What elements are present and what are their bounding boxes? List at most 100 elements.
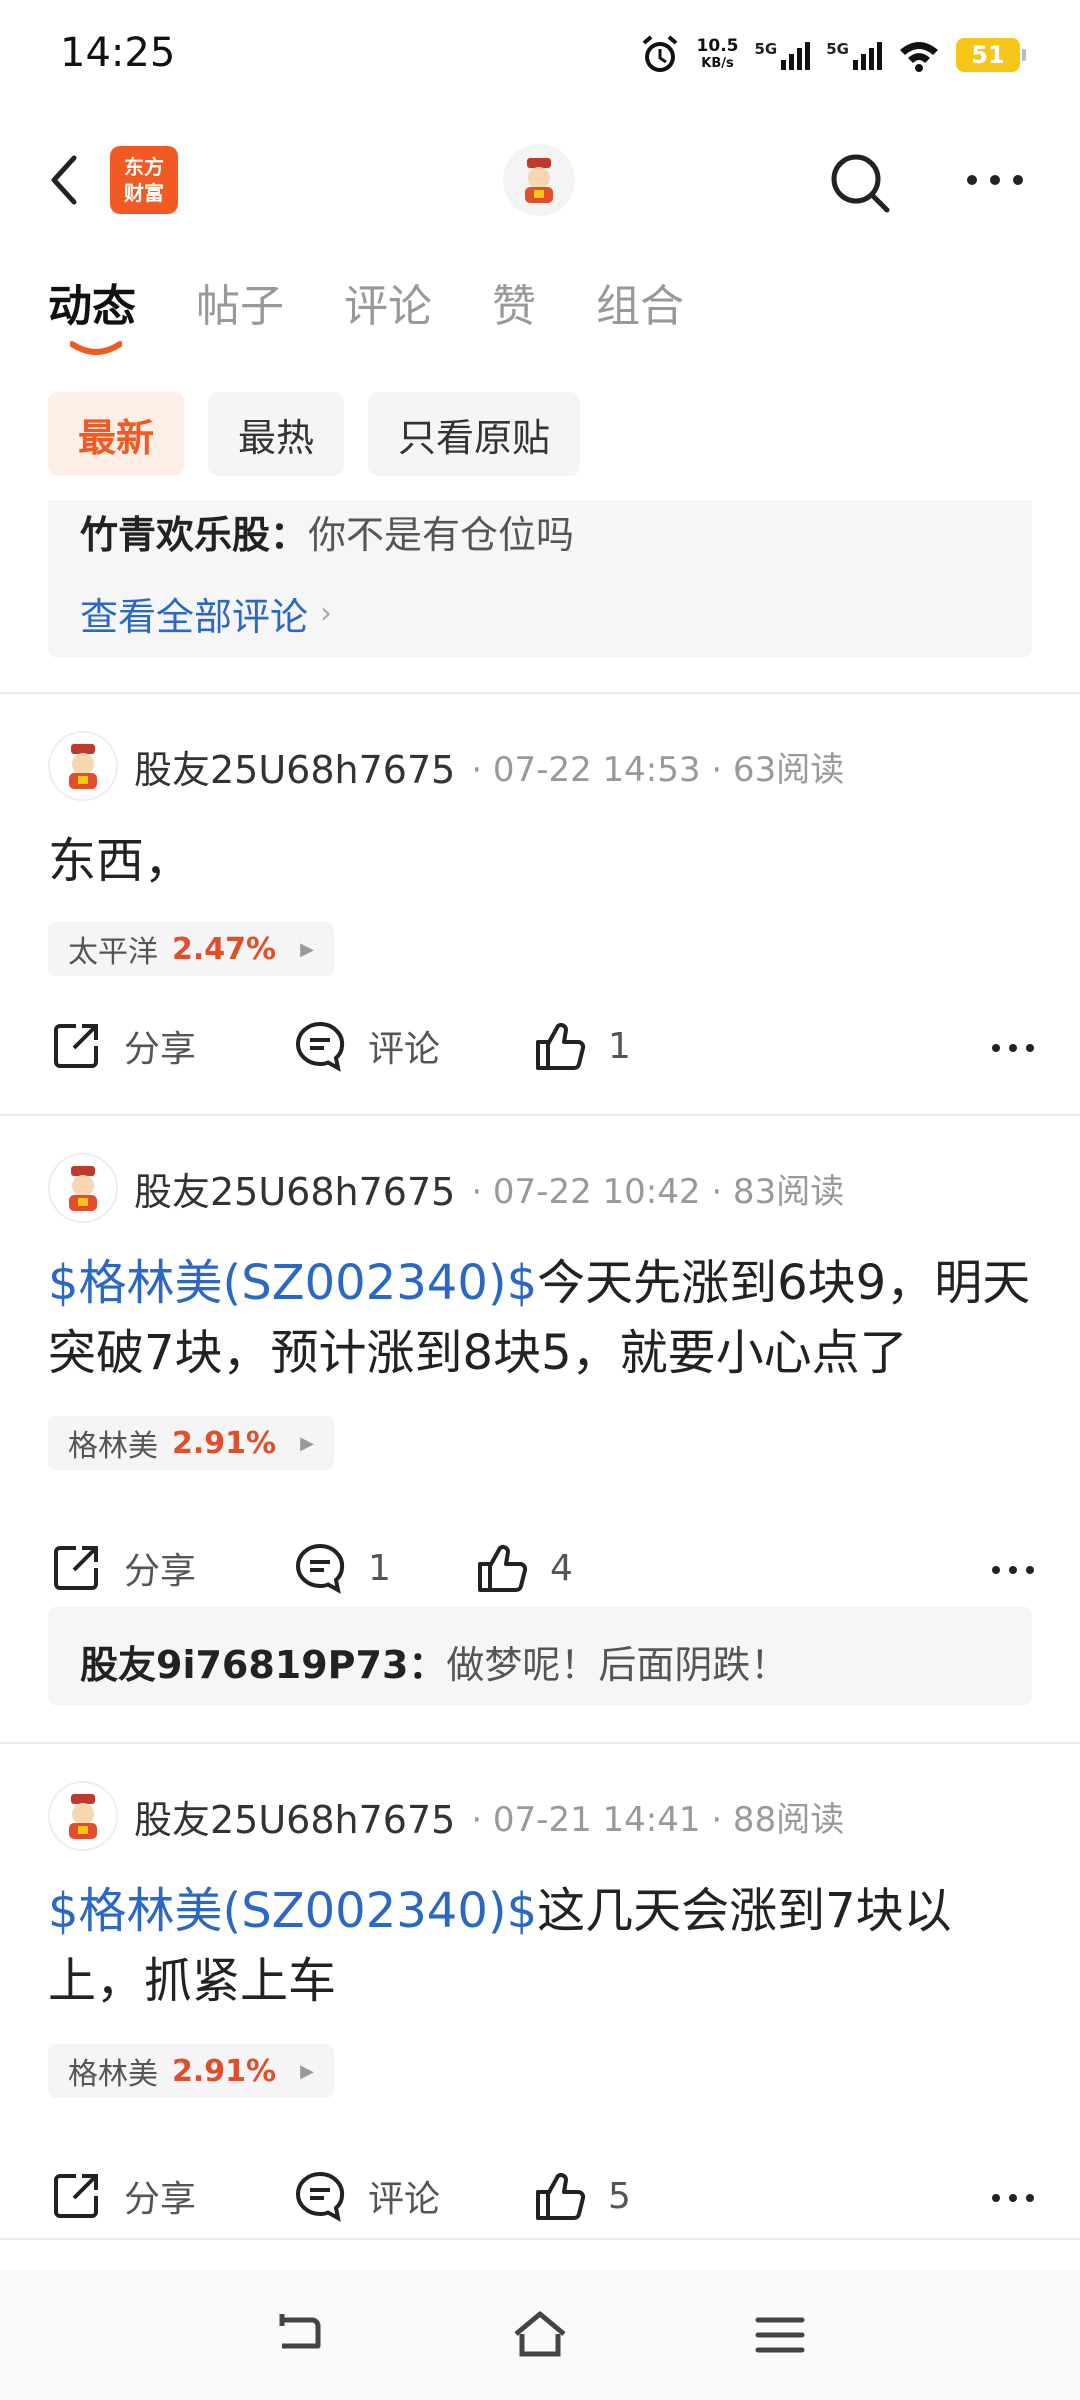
search-icon[interactable] — [825, 148, 895, 218]
signal-1-icon: 5G — [755, 40, 811, 70]
post-username[interactable]: 股友25U68h7675 — [134, 1789, 455, 1844]
status-bar: 14:25 10.5 KB/s 5G 5G 51 — [0, 0, 1080, 112]
comment-button[interactable]: 评论 — [292, 2168, 440, 2224]
divider — [0, 1742, 1080, 1744]
caishen-avatar-icon — [69, 744, 97, 789]
divider — [0, 1114, 1080, 1116]
post-content[interactable]: $格林美(SZ002340)$这几天会涨到7块以上，抓紧上车 — [48, 1876, 1038, 2016]
share-button[interactable]: 分享 — [48, 2168, 196, 2224]
comment-line: 股友9i76819P73：做梦呢！后面阴跌！ — [80, 1634, 788, 1689]
comment-button[interactable]: 评论 — [292, 1018, 440, 1074]
post-header: 股友25U68h7675 · 07-21 14:41 · 88阅读 — [48, 1780, 844, 1852]
view-all-label: 查看全部评论 — [80, 595, 309, 639]
back-icon[interactable] — [40, 148, 90, 212]
tab-posts[interactable]: 帖子 — [196, 270, 284, 334]
comment-count: 评论 — [368, 1029, 441, 1070]
post-meta: · 07-21 14:41 · 88阅读 — [471, 1799, 845, 1840]
tab-portfolio[interactable]: 组合 — [596, 270, 684, 334]
comment-icon — [296, 1543, 345, 1594]
comment-icon — [296, 2171, 345, 2222]
stock-tag[interactable]: 格林美 2.91% ▶ — [48, 2044, 334, 2098]
net-speed: 10.5 KB/s — [697, 37, 739, 73]
share-label: 分享 — [124, 2179, 197, 2220]
thumbs-up-icon — [536, 2173, 586, 2220]
signal-2-label: 5G — [826, 40, 849, 58]
tab-bar: 动态 帖子 评论 赞 组合 — [48, 270, 684, 355]
comment-icon — [296, 1021, 345, 1072]
net-speed-unit: KB/s — [701, 56, 734, 71]
post-avatar[interactable] — [48, 731, 118, 801]
comment-preview[interactable]: 竹青欢乐股：你不是有仓位吗 查看全部评论 › — [48, 500, 1032, 658]
comment-user[interactable]: 竹青欢乐股 — [80, 513, 270, 557]
like-button[interactable]: 4 — [474, 1540, 573, 1596]
like-count: 5 — [608, 2175, 631, 2217]
stock-link[interactable]: $格林美(SZ002340)$ — [48, 1883, 537, 1939]
like-count: 4 — [550, 1547, 573, 1589]
share-button[interactable]: 分享 — [48, 1540, 196, 1596]
user-avatar[interactable] — [503, 144, 575, 216]
more-options-icon[interactable] — [988, 2188, 1038, 2208]
post-avatar[interactable] — [48, 1153, 118, 1223]
tab-active-indicator — [70, 341, 122, 355]
signal-2-icon: 5G — [826, 40, 882, 70]
tab-comments[interactable]: 评论 — [344, 270, 432, 334]
menu-nav-icon[interactable] — [750, 2310, 810, 2360]
thumbs-up-icon — [478, 1545, 528, 1592]
net-speed-value: 10.5 — [696, 36, 739, 56]
comment-text: 你不是有仓位吗 — [308, 513, 575, 557]
view-all-comments-link[interactable]: 查看全部评论 › — [80, 586, 332, 641]
stock-tag-name: 格林美 — [68, 1429, 158, 1464]
stock-tag[interactable]: 太平洋 2.47% ▶ — [48, 922, 334, 976]
post-actions: 分享 评论 1 — [48, 1018, 1038, 1078]
comment-user[interactable]: 股友9i76819P73 — [80, 1643, 408, 1687]
comment-button[interactable]: 1 — [292, 1540, 391, 1596]
stock-tag-name: 格林美 — [68, 2057, 158, 2092]
filter-latest[interactable]: 最新 — [48, 392, 185, 476]
share-icon — [54, 2174, 98, 2218]
share-icon — [54, 1024, 98, 1068]
stock-tag-change: 2.47% — [172, 931, 277, 967]
home-nav-icon[interactable] — [510, 2310, 570, 2360]
share-button[interactable]: 分享 — [48, 1018, 196, 1074]
tab-likes[interactable]: 赞 — [492, 270, 536, 334]
stock-tag[interactable]: 格林美 2.91% ▶ — [48, 1416, 334, 1470]
post-item[interactable]: 股友25U68h7675 · 07-22 14:53 · 63阅读 东西， 太平… — [0, 730, 1080, 1110]
filter-hottest[interactable]: 最热 — [208, 392, 345, 476]
status-icons: 10.5 KB/s 5G 5G 51 — [639, 30, 1026, 80]
brand-logo[interactable]: 东方 财富 — [110, 146, 178, 214]
stock-link[interactable]: $格林美(SZ002340)$ — [48, 1255, 537, 1311]
post-text: 东西， — [48, 833, 193, 889]
comment-line: 竹青欢乐股：你不是有仓位吗 — [80, 504, 574, 559]
system-nav-bar — [0, 2270, 1080, 2400]
battery-indicator: 51 — [956, 38, 1026, 72]
chevron-right-icon: › — [320, 596, 333, 631]
triangle-right-icon: ▶ — [300, 1432, 314, 1454]
like-button[interactable]: 5 — [532, 2168, 631, 2224]
post-item[interactable]: 股友25U68h7675 · 07-21 14:41 · 88阅读 $格林美(S… — [0, 1780, 1080, 2260]
post-header: 股友25U68h7675 · 07-22 14:53 · 63阅读 — [48, 730, 844, 802]
comment-preview[interactable]: 股友9i76819P73：做梦呢！后面阴跌！ — [48, 1606, 1032, 1706]
caishen-avatar-icon — [69, 1166, 97, 1211]
post-username[interactable]: 股友25U68h7675 — [134, 739, 455, 794]
triangle-right-icon: ▶ — [300, 2060, 314, 2082]
like-button[interactable]: 1 — [532, 1018, 631, 1074]
brand-logo-line2: 财富 — [124, 181, 164, 205]
post-content[interactable]: $格林美(SZ002340)$今天先涨到6块9，明天突破7块，预计涨到8块5，就… — [48, 1248, 1038, 1388]
share-label: 分享 — [124, 1551, 197, 1592]
more-icon[interactable] — [960, 160, 1030, 200]
more-options-icon[interactable] — [988, 1560, 1038, 1580]
post-actions: 分享 评论 5 — [48, 2168, 1038, 2228]
more-options-icon[interactable] — [988, 1038, 1038, 1058]
post-username[interactable]: 股友25U68h7675 — [134, 1161, 455, 1216]
tab-activity[interactable]: 动态 — [48, 270, 136, 355]
post-content[interactable]: 东西， — [48, 826, 1038, 896]
share-icon — [54, 1546, 98, 1590]
post-avatar[interactable] — [48, 1781, 118, 1851]
thumbs-up-icon — [536, 1023, 586, 1070]
share-label: 分享 — [124, 1029, 197, 1070]
back-nav-icon[interactable] — [270, 2310, 330, 2360]
filter-original-only[interactable]: 只看原贴 — [368, 392, 581, 476]
stock-tag-change: 2.91% — [172, 1425, 277, 1461]
triangle-right-icon: ▶ — [300, 938, 314, 960]
post-header: 股友25U68h7675 · 07-22 10:42 · 83阅读 — [48, 1152, 844, 1224]
